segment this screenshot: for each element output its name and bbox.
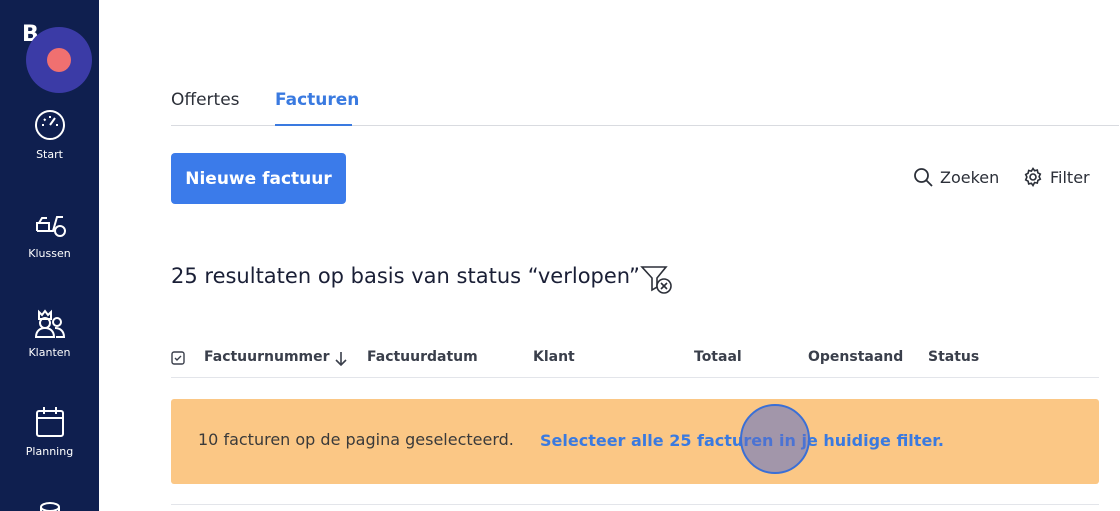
sidebar-item-label: Klanten bbox=[28, 346, 71, 359]
selection-count-text: 10 facturen op de pagina geselecteerd. bbox=[198, 430, 514, 449]
column-totaal[interactable]: Totaal bbox=[694, 349, 742, 365]
column-status[interactable]: Status bbox=[928, 349, 979, 365]
search-icon bbox=[914, 168, 933, 187]
sidebar-item-planning[interactable]: Planning bbox=[0, 405, 99, 458]
tab-facturen[interactable]: Facturen bbox=[275, 90, 359, 110]
tab-bar: Offertes Facturen bbox=[171, 80, 1119, 126]
divider bbox=[171, 504, 1099, 505]
selection-banner: 10 facturen op de pagina geselecteerd. S… bbox=[171, 399, 1099, 484]
search-label: Zoeken bbox=[940, 167, 1000, 187]
sidebar-item-label: Klussen bbox=[28, 247, 71, 260]
active-tab-indicator bbox=[275, 124, 352, 126]
table-header: Factuurnummer Factuurdatum Klant Totaal … bbox=[171, 340, 1099, 378]
click-indicator bbox=[740, 404, 810, 474]
sidebar-item-label: Start bbox=[36, 148, 63, 161]
filter-button[interactable]: Filter bbox=[1023, 167, 1090, 187]
clear-filter-icon[interactable] bbox=[640, 264, 674, 296]
scooter-icon bbox=[35, 216, 66, 237]
record-dot-icon bbox=[47, 48, 71, 72]
dashboard-gauge-icon bbox=[34, 110, 65, 140]
column-factuurdatum[interactable]: Factuurdatum bbox=[367, 349, 478, 365]
filter-label: Filter bbox=[1050, 167, 1090, 187]
sidebar-item-klussen[interactable]: Klussen bbox=[0, 207, 99, 260]
sidebar-item-label: Planning bbox=[25, 445, 74, 458]
column-openstaand[interactable]: Openstaand bbox=[808, 349, 903, 365]
sidebar-item-start[interactable]: Start bbox=[0, 108, 99, 161]
database-icon[interactable] bbox=[39, 501, 61, 511]
gear-icon bbox=[1024, 167, 1042, 187]
new-invoice-button[interactable]: Nieuwe factuur bbox=[171, 153, 346, 204]
column-factuurnummer[interactable]: Factuurnummer bbox=[204, 349, 330, 365]
results-summary: 25 resultaten op basis van status “verlo… bbox=[171, 264, 640, 288]
calendar-icon bbox=[35, 407, 64, 437]
search-button[interactable]: Zoeken bbox=[913, 167, 999, 187]
customers-icon bbox=[34, 309, 65, 338]
sidebar: B Start Klussen Klanten Planning bbox=[0, 0, 99, 511]
sort-down-arrow-icon[interactable] bbox=[333, 351, 349, 367]
tab-offertes[interactable]: Offertes bbox=[171, 90, 240, 110]
select-all-checkbox[interactable] bbox=[171, 351, 185, 365]
recording-indicator[interactable] bbox=[26, 27, 92, 93]
sidebar-item-klanten[interactable]: Klanten bbox=[0, 306, 99, 359]
column-klant[interactable]: Klant bbox=[533, 349, 575, 365]
